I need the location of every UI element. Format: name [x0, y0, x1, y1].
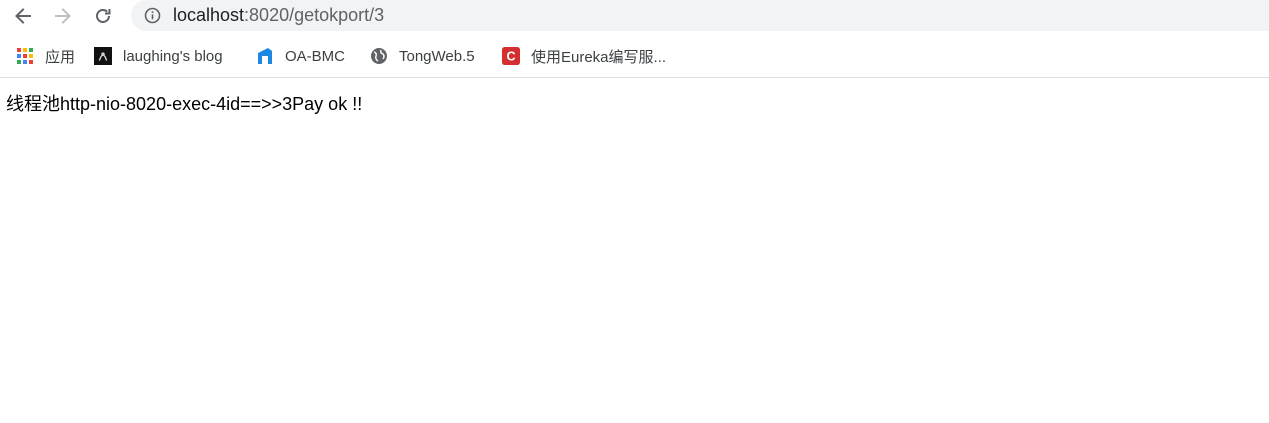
browser-toolbar: localhost:8020/getokport/3 [0, 0, 1269, 34]
url-text[interactable]: localhost:8020/getokport/3 [173, 5, 384, 25]
bookmark-oa-bmc[interactable]: OA-BMC [256, 45, 345, 67]
url-host: localhost [173, 5, 245, 25]
oa-bmc-favicon-icon [256, 47, 274, 65]
arrow-left-icon [15, 8, 31, 24]
bookmark-apps[interactable]: 应用 [16, 45, 75, 67]
bookmark-label: laughing's blog [123, 47, 223, 65]
reload-button[interactable] [89, 3, 117, 29]
bookmark-label: 应用 [45, 48, 76, 66]
bookmark-label: OA-BMC [285, 47, 345, 65]
globe-icon [370, 47, 388, 65]
csdn-c-icon: C [502, 47, 520, 65]
info-icon[interactable] [144, 7, 161, 24]
bookmark-eureka[interactable]: C 使用Eureka编写服... [502, 45, 666, 67]
bookmark-laughings-blog[interactable]: laughing's blog [94, 45, 223, 67]
forward-button[interactable] [49, 3, 77, 29]
url-path: :8020/getokport/3 [244, 5, 385, 25]
response-message: 线程池http-nio-8020-exec-4id==>>3Pay ok !! [6, 94, 363, 114]
address-bar[interactable]: localhost:8020/getokport/3 [131, 0, 1269, 31]
back-button[interactable] [9, 3, 37, 29]
reload-icon [96, 9, 111, 23]
apps-grid-icon [16, 47, 34, 65]
bookmark-label: 使用Eureka编写服... [531, 48, 667, 66]
bookmarks-bar: 应用 laughing's blog OA-BMC TongWeb.5 C 使用… [0, 34, 1269, 78]
svg-text:C: C [506, 50, 515, 64]
blog-favicon-icon [94, 47, 112, 65]
bookmark-tongweb[interactable]: TongWeb.5 [370, 45, 475, 67]
bookmark-label: TongWeb.5 [399, 47, 475, 65]
arrow-right-icon [55, 8, 71, 24]
